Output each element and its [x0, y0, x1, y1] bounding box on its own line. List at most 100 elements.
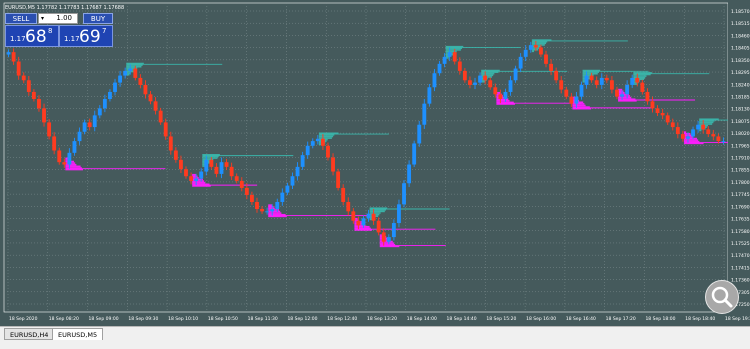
candle-body [265, 211, 270, 213]
high-profile-bar [318, 135, 334, 138]
candle-body [295, 166, 300, 177]
candle-body [417, 124, 422, 144]
tab-eurusd-h4[interactable]: EURUSD,H4 [4, 328, 55, 340]
price-axis[interactable]: 1.18570 1.18515 1.18460 1.18405 1.18350 1.182… [728, 0, 750, 326]
low-profile-bar [572, 106, 590, 108]
buy-price-button[interactable]: 1.17 69 7 [59, 25, 113, 47]
high-profile-bar [699, 120, 715, 122]
candle-body [716, 136, 721, 142]
candle-body [209, 159, 214, 167]
lot-down-arrow-icon[interactable]: ▾ [41, 14, 44, 23]
candle-body [508, 80, 513, 92]
candle-body [599, 77, 604, 85]
time-tick-label: 18 Sep 18:40 [685, 316, 715, 322]
high-profile-bar [699, 123, 713, 125]
candle-body [452, 52, 457, 62]
time-tick-label: 18 Sep 09:30 [128, 316, 158, 322]
candle-body [498, 94, 503, 99]
candle-body [97, 108, 102, 116]
candle-body [6, 52, 11, 55]
candle-body [336, 171, 341, 188]
high-profile-bar [531, 44, 545, 46]
low-profile-bar [618, 98, 636, 101]
candle-body [47, 122, 52, 137]
tab-eurusd-m5[interactable]: EURUSD,M5 [52, 328, 104, 340]
time-tick-label: 18 Sep 08:20 [49, 316, 79, 322]
candle-body [92, 115, 97, 128]
high-profile-bar [369, 207, 388, 209]
low-profile-bar [268, 205, 274, 208]
price-tick-label: 1.17580 [731, 229, 750, 235]
low-profile-bar [618, 95, 631, 97]
low-profile-bar [192, 181, 206, 184]
price-tick-label: 1.18570 [731, 9, 750, 15]
candle-body [549, 63, 553, 71]
zoom-button[interactable] [705, 280, 739, 314]
candle-body [341, 187, 346, 202]
price-tick-label: 1.17910 [731, 156, 750, 162]
low-profile-bar [572, 103, 585, 105]
time-tick-label: 18 Sep 16:00 [526, 316, 556, 322]
low-profile-bar [496, 99, 510, 102]
high-profile-bar [633, 73, 651, 76]
candle-body [620, 94, 624, 97]
price-chart[interactable]: 1.18570 1.18515 1.18460 1.18405 1.18350 1.182… [0, 0, 750, 348]
candle-body [11, 52, 16, 62]
candle-body [184, 169, 188, 177]
candle-body [518, 56, 523, 69]
price-tick-label: 1.18075 [731, 119, 750, 125]
price-tick-label: 1.18460 [731, 33, 750, 39]
candle-body [386, 237, 391, 242]
low-profile-bar [572, 104, 586, 107]
candle-body [351, 211, 356, 221]
candle-body [163, 122, 168, 137]
candle-body [660, 113, 665, 116]
low-profile-bar [618, 96, 632, 99]
candle-body [473, 82, 477, 85]
sell-price-prefix: 1.17 [10, 35, 26, 43]
sell-price-button[interactable]: 1.17 68 8 [5, 25, 59, 47]
candle-body [584, 75, 589, 85]
price-tick-label: 1.18130 [731, 107, 750, 113]
candle-body [280, 192, 285, 202]
candle-body [711, 134, 716, 137]
buy-button[interactable]: BUY [83, 13, 113, 24]
candle-body [670, 122, 675, 128]
magnifier-icon [711, 286, 733, 308]
high-profile-bar [531, 42, 547, 45]
candle-body [87, 122, 92, 128]
price-tick-label: 1.18295 [731, 70, 750, 76]
candle-body [579, 84, 584, 97]
low-profile-bar [65, 168, 83, 171]
candle-body [361, 218, 366, 226]
lot-size-field[interactable]: ▾ 1.00 [38, 13, 78, 24]
high-profile-bar [126, 64, 143, 66]
candle-body [300, 155, 305, 167]
high-profile-bar [582, 72, 598, 75]
price-tick-label: 1.17415 [731, 265, 750, 271]
buy-price-prefix: 1.17 [64, 35, 80, 43]
chart-info-text: EURUSD,M5 1.17782 1.17783 1.17687 1.1768… [5, 5, 124, 11]
high-profile-bar [481, 71, 499, 73]
time-tick-label: 18 Sep 14:40 [447, 316, 477, 322]
candle-body [437, 63, 442, 74]
candle-body [179, 159, 183, 170]
price-tick-label: 1.18515 [731, 21, 750, 27]
candle-body [407, 164, 412, 184]
candle-body [260, 209, 264, 212]
candle-body [31, 91, 36, 99]
sell-button[interactable]: SELL [5, 13, 37, 24]
candle-body [706, 129, 711, 135]
price-tick-label: 1.17965 [731, 143, 750, 149]
candle-body [533, 45, 538, 48]
candle-body [478, 75, 483, 83]
high-profile-bar [633, 75, 647, 77]
chart-tabs-bar: EURUSD,H4 EURUSD,M5 [0, 326, 750, 349]
low-profile-bar [683, 140, 700, 143]
candle-body [133, 68, 138, 78]
candle-body [675, 127, 680, 135]
candle-body [173, 150, 178, 160]
candle-body [113, 82, 117, 92]
candle-body [462, 70, 467, 81]
candle-body [138, 77, 143, 85]
